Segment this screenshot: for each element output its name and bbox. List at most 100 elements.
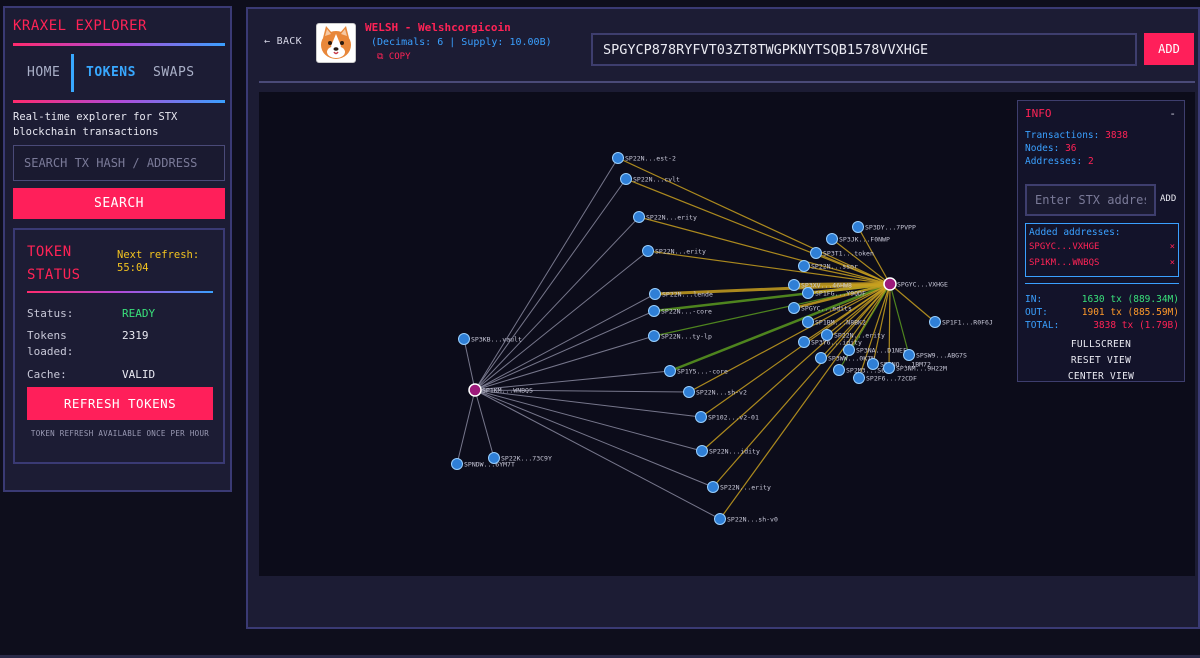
reset-view-button[interactable]: RESET VIEW: [1018, 355, 1184, 366]
graph-node-label: SP22N...ssor: [811, 263, 858, 271]
tokens-loaded-value: 2319: [122, 329, 149, 342]
nodes-label: Nodes:: [1025, 143, 1060, 154]
graph-node[interactable]: SP22N...lende: [649, 288, 713, 300]
center-view-button[interactable]: CENTER VIEW: [1018, 371, 1184, 382]
graph-edge: [888, 283, 891, 369]
status-label: Status:: [27, 307, 74, 320]
graph-node[interactable]: SP3JK...F0NWP: [826, 233, 890, 245]
graph-node[interactable]: SP1FG...Y9QDF: [802, 287, 866, 299]
graph-node-label: SP22N...est-2: [625, 155, 676, 163]
nav-home[interactable]: HOME: [27, 54, 60, 92]
graph-edge: [474, 389, 495, 459]
header-divider: [259, 81, 1195, 83]
addresses-value: 2: [1087, 156, 1094, 167]
graph-node-label: SP22N...lende: [662, 291, 713, 299]
graph-node[interactable]: SP22N...ty-lp: [648, 330, 712, 342]
graph-node[interactable]: SP3NA...D1NEF: [843, 344, 907, 356]
graph-node-label: SP22N...sh-v2: [696, 389, 747, 397]
add-address-button[interactable]: ADD: [1144, 33, 1194, 65]
next-refresh: Next refresh: 55:04: [117, 249, 199, 275]
search-input[interactable]: [13, 145, 225, 181]
refresh-tokens-button[interactable]: REFRESH TOKENS: [27, 387, 213, 420]
remove-icon[interactable]: ×: [1170, 258, 1175, 268]
address-input[interactable]: [591, 33, 1137, 66]
tokens-loaded-label: Tokens loaded:: [27, 329, 74, 358]
graph-node[interactable]: SP2F6...72CDF: [853, 372, 917, 384]
cache-value: VALID: [122, 368, 156, 381]
graph-node-label: SP22N...cvlt: [633, 176, 680, 184]
back-button[interactable]: ← BACK: [264, 36, 302, 47]
graph-node-label: SP3DY...7PVPP: [865, 224, 916, 232]
status-value: READY: [122, 307, 156, 320]
copy-button[interactable]: ⧉ COPY: [377, 52, 411, 62]
graph-node-label: SP3NM...9H22M: [896, 365, 947, 373]
graph-node-label: SP22N...sh-v0: [727, 516, 778, 524]
flow-in-value: 1630 tx (889.34M): [1081, 294, 1179, 305]
graph-node-label: SP22N...ty-lp: [661, 333, 712, 341]
graph-node-label: SP22N...-core: [661, 308, 712, 316]
graph-node[interactable]: SP3DY...7PVPP: [852, 221, 916, 233]
nav-tokens[interactable]: TOKENS: [71, 54, 136, 92]
graph-node[interactable]: SP22K...73C9Y: [488, 452, 552, 464]
graph-edge: [456, 389, 476, 465]
fullscreen-button[interactable]: FULLSCREEN: [1018, 339, 1184, 350]
graph-node-label: SP1KM...WNBQS: [482, 387, 533, 395]
graph-node[interactable]: SP22N...ssor: [798, 260, 859, 272]
graph-node-label: SP22N...erity: [720, 484, 771, 492]
graph-node-label: SP1BM...N8BK2: [815, 319, 866, 327]
graph-node[interactable]: SP22N...sh-v0: [714, 513, 778, 525]
added-address: SP1KM...WNBQS: [1029, 258, 1100, 268]
graph-edge: [889, 283, 936, 323]
info-title: INFO: [1025, 107, 1052, 120]
flow-total-value: 3838 tx (1.79B): [1093, 320, 1179, 331]
flow-out-label: OUT:: [1025, 307, 1048, 318]
divider: [27, 291, 213, 293]
next-refresh-countdown: 55:04: [117, 262, 149, 274]
flow-out-value: 1901 tx (885.59M): [1081, 307, 1179, 318]
graph-node[interactable]: SP3T1...token: [810, 247, 874, 259]
graph-node[interactable]: SP102...v2-01: [695, 411, 759, 423]
divider: [1025, 283, 1179, 284]
graph-node-label: SP3KB...vault: [471, 336, 522, 344]
graph-node[interactable]: SP1BM...N8BK2: [802, 316, 866, 328]
graph-node[interactable]: SP1Y5...-core: [664, 365, 728, 377]
graph-node[interactable]: SP3KB...vault: [458, 333, 522, 345]
transactions-label: Transactions:: [1025, 130, 1100, 141]
flow-out-row: OUT: 1901 tx (885.59M): [1025, 307, 1179, 318]
info-panel: INFO - Transactions: 3838 Nodes: 36 Addr…: [1017, 100, 1185, 382]
token-status-title: TOKEN STATUS: [27, 244, 81, 283]
stx-address-input[interactable]: [1025, 184, 1156, 216]
graph-node[interactable]: SP1F1...R0F6J: [929, 316, 993, 328]
graph-node[interactable]: SPSW9...ABG7S: [903, 349, 967, 361]
search-button[interactable]: SEARCH: [13, 188, 225, 219]
graph-node[interactable]: SPGYC...edits: [788, 302, 852, 314]
graph-node[interactable]: SP22N...cvlt: [620, 173, 681, 185]
cache-label: Cache:: [27, 368, 67, 381]
graph-node[interactable]: SP22N...-core: [648, 305, 712, 317]
info-add-button[interactable]: ADD: [1160, 194, 1176, 204]
added-addresses-title: Added addresses:: [1029, 227, 1121, 238]
graph-node[interactable]: SP22N...est-2: [612, 152, 676, 164]
graph-node[interactable]: SP22N...erity: [642, 245, 706, 257]
app-description: Real-time explorer for STX blockchain tr…: [13, 111, 178, 138]
graph-edge: [474, 216, 640, 391]
graph-edge: [712, 283, 891, 488]
added-address: SPGYC...VXHGE: [1029, 242, 1100, 252]
graph-node-label: SP1FG...Y9QDF: [815, 290, 866, 298]
graph-node[interactable]: SP3NM...9H22M: [883, 362, 947, 374]
graph-node[interactable]: SP22N...idity: [696, 445, 760, 457]
nav-swaps[interactable]: SWAPS: [153, 54, 195, 92]
graph-node[interactable]: SP22N...erity: [633, 211, 697, 223]
graph-node-label: SPGYC...edits: [801, 305, 852, 313]
remove-icon[interactable]: ×: [1170, 242, 1175, 252]
main-nav: HOME TOKENS SWAPS: [13, 54, 225, 98]
transaction-graph[interactable]: SP22N...est-2 SP22N...cvlt SP22N...erity SP…: [259, 92, 1195, 576]
app-brand: KRAXEL EXPLORER: [13, 18, 147, 34]
graph-hub-node[interactable]: SPGYC...VXHGE: [883, 277, 948, 291]
token-logo: [316, 23, 356, 63]
graph-edge: [474, 250, 649, 391]
collapse-button[interactable]: -: [1169, 107, 1176, 120]
graph-node[interactable]: SP22N...sh-v2: [683, 386, 747, 398]
graph-hub-node[interactable]: SP1KM...WNBQS: [468, 383, 533, 397]
graph-node[interactable]: SP22N...erity: [707, 481, 771, 493]
